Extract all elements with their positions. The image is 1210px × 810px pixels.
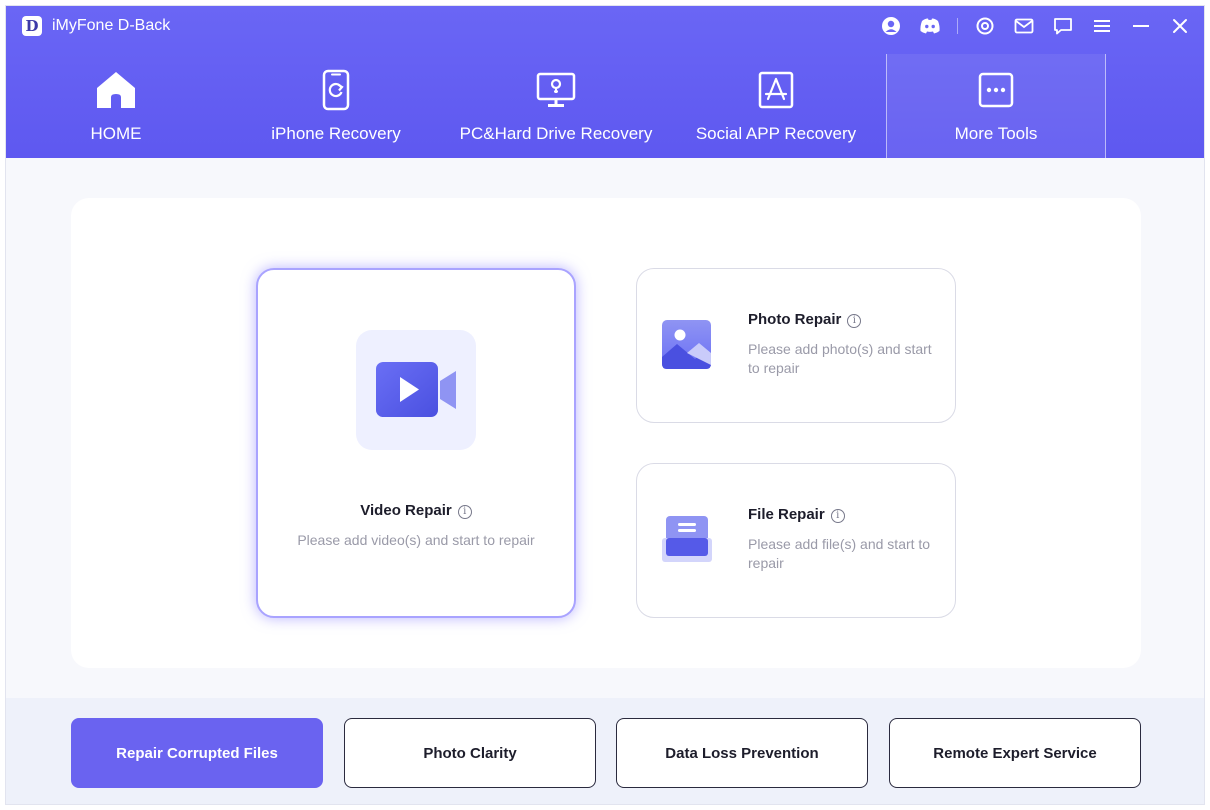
tab-remote-expert-service[interactable]: Remote Expert Service	[889, 718, 1141, 788]
nav-label: More Tools	[954, 124, 1038, 143]
tab-data-loss-prevention[interactable]: Data Loss Prevention	[616, 718, 868, 788]
nav-label: PC&Hard Drive Recovery	[459, 124, 653, 143]
tab-repair-corrupted-files[interactable]: Repair Corrupted Files	[71, 718, 323, 788]
iphone-refresh-icon	[322, 69, 350, 111]
info-icon[interactable]: i	[830, 509, 845, 523]
main-nav: HOME iPhone Recovery PC&Hard Drive Recov…	[6, 54, 1204, 158]
app-logo: D	[22, 16, 42, 36]
settings-icon[interactable]	[973, 14, 997, 38]
photo-repair-title: Photo Repair i	[748, 311, 862, 328]
tab-photo-clarity[interactable]: Photo Clarity	[344, 718, 596, 788]
title-actions	[864, 14, 1192, 38]
info-icon[interactable]: i	[847, 314, 862, 328]
photo-repair-card[interactable]: Photo Repair i Please add photo(s) and st…	[636, 268, 956, 423]
file-icon	[662, 516, 712, 562]
minimize-icon[interactable]	[1129, 14, 1153, 38]
nav-item-iphone-recovery[interactable]: iPhone Recovery	[226, 54, 446, 158]
title-separator	[957, 18, 958, 34]
app-store-icon	[758, 71, 794, 109]
video-icon-box	[356, 330, 476, 450]
nav-item-social-app-recovery[interactable]: Social APP Recovery	[666, 54, 886, 158]
app-window: D iMyFone D-Back HOME iPhone Recovery PC…	[5, 5, 1205, 805]
bottom-tab-bar: Repair Corrupted Files Photo Clarity Dat…	[6, 698, 1204, 804]
nav-item-more-tools[interactable]: More Tools	[886, 54, 1106, 158]
photo-repair-desc: Please add photo(s) and start to repair	[748, 341, 932, 376]
discord-icon[interactable]	[918, 14, 942, 38]
home-icon	[97, 72, 135, 108]
nav-item-pc-hard-drive-recovery[interactable]: PC&Hard Drive Recovery	[446, 54, 666, 158]
info-icon[interactable]: i	[457, 505, 472, 519]
video-camera-icon	[376, 362, 456, 417]
feedback-icon[interactable]	[1051, 14, 1075, 38]
nav-label: iPhone Recovery	[271, 124, 401, 143]
photo-icon	[662, 320, 711, 369]
app-title: iMyFone D-Back	[52, 17, 171, 34]
nav-item-home[interactable]: HOME	[6, 54, 226, 158]
title-bar: D iMyFone D-Back	[6, 6, 1204, 46]
video-repair-desc: Please add video(s) and start to repair	[297, 532, 535, 548]
header: D iMyFone D-Back HOME iPhone Recovery PC…	[6, 6, 1204, 158]
video-repair-card[interactable]: Video Repair i Please add video(s) and st…	[256, 268, 576, 618]
monitor-icon	[536, 72, 576, 107]
file-repair-card[interactable]: File Repair i Please add file(s) and star…	[636, 463, 956, 618]
account-icon[interactable]	[879, 14, 903, 38]
nav-label: HOME	[90, 124, 142, 143]
close-icon[interactable]	[1168, 14, 1192, 38]
menu-icon[interactable]	[1090, 14, 1114, 38]
file-repair-title: File Repair i	[748, 506, 845, 523]
nav-label: Social APP Recovery	[695, 124, 857, 143]
mail-icon[interactable]	[1012, 14, 1036, 38]
video-repair-title: Video Repair i	[258, 502, 574, 519]
file-repair-desc: Please add file(s) and start to repair	[748, 536, 931, 571]
more-dots-icon	[978, 72, 1014, 108]
repair-panel: Video Repair i Please add video(s) and st…	[71, 198, 1141, 668]
